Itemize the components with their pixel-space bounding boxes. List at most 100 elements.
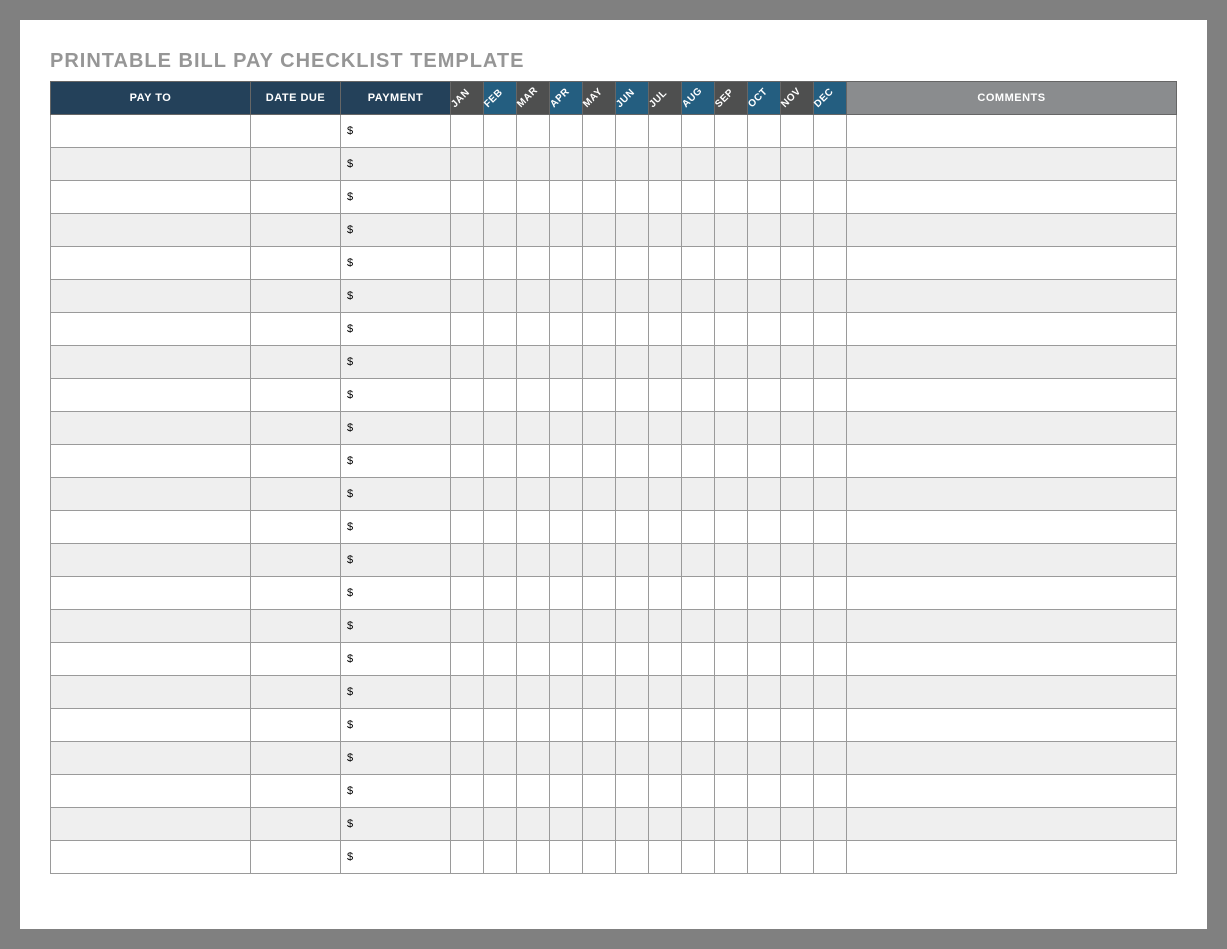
cell-month	[814, 841, 847, 874]
cell-month	[484, 181, 517, 214]
cell-comments	[847, 313, 1177, 346]
cell-month	[715, 181, 748, 214]
cell-month	[583, 148, 616, 181]
cell-month	[781, 808, 814, 841]
col-header-month-dec: DEC	[814, 82, 847, 115]
cell-month	[451, 544, 484, 577]
cell-month	[517, 544, 550, 577]
cell-month	[781, 313, 814, 346]
cell-month	[451, 709, 484, 742]
cell-month	[616, 544, 649, 577]
cell-payment: $	[341, 115, 451, 148]
cell-month	[682, 379, 715, 412]
cell-month	[814, 247, 847, 280]
col-header-month-mar: MAR	[517, 82, 550, 115]
table-row: $	[51, 247, 1177, 280]
col-header-month-may: MAY	[583, 82, 616, 115]
cell-month	[484, 214, 517, 247]
cell-month	[781, 709, 814, 742]
cell-date	[251, 379, 341, 412]
cell-comments	[847, 115, 1177, 148]
cell-date	[251, 742, 341, 775]
checklist-table: PAY TO DATE DUE PAYMENT JAN FEB MAR APR …	[50, 81, 1177, 874]
cell-month	[682, 742, 715, 775]
cell-month	[517, 412, 550, 445]
cell-month	[649, 841, 682, 874]
cell-month	[550, 511, 583, 544]
cell-month	[682, 610, 715, 643]
cell-payment: $	[341, 709, 451, 742]
cell-month	[748, 478, 781, 511]
currency-symbol: $	[347, 785, 353, 797]
table-row: $	[51, 478, 1177, 511]
col-header-month-sep: SEP	[715, 82, 748, 115]
cell-month	[550, 148, 583, 181]
document-page: PRINTABLE BILL PAY CHECKLIST TEMPLATE PA…	[20, 20, 1207, 929]
currency-symbol: $	[347, 455, 353, 467]
cell-month	[451, 148, 484, 181]
cell-comments	[847, 511, 1177, 544]
cell-payto	[51, 412, 251, 445]
cell-month	[583, 577, 616, 610]
cell-month	[748, 709, 781, 742]
cell-month	[484, 445, 517, 478]
cell-comments	[847, 742, 1177, 775]
cell-month	[682, 214, 715, 247]
cell-month	[583, 379, 616, 412]
currency-symbol: $	[347, 257, 353, 269]
col-header-month-oct: OCT	[748, 82, 781, 115]
cell-payment: $	[341, 742, 451, 775]
cell-month	[649, 775, 682, 808]
cell-month	[748, 214, 781, 247]
cell-month	[748, 676, 781, 709]
cell-month	[451, 610, 484, 643]
cell-month	[682, 445, 715, 478]
cell-month	[649, 544, 682, 577]
cell-month	[517, 742, 550, 775]
cell-month	[715, 346, 748, 379]
col-header-date: DATE DUE	[251, 82, 341, 115]
table-row: $	[51, 115, 1177, 148]
cell-month	[748, 610, 781, 643]
cell-month	[451, 742, 484, 775]
cell-month	[814, 346, 847, 379]
cell-month	[748, 643, 781, 676]
cell-month	[649, 709, 682, 742]
cell-payto	[51, 478, 251, 511]
cell-month	[616, 841, 649, 874]
table-row: $	[51, 511, 1177, 544]
cell-month	[583, 346, 616, 379]
cell-date	[251, 478, 341, 511]
currency-symbol: $	[347, 818, 353, 830]
cell-month	[715, 577, 748, 610]
cell-month	[781, 775, 814, 808]
col-header-payto: PAY TO	[51, 82, 251, 115]
cell-month	[649, 214, 682, 247]
table-row: $	[51, 280, 1177, 313]
cell-month	[682, 775, 715, 808]
cell-date	[251, 115, 341, 148]
cell-month	[814, 214, 847, 247]
cell-month	[682, 148, 715, 181]
cell-month	[682, 676, 715, 709]
cell-month	[715, 544, 748, 577]
cell-month	[781, 181, 814, 214]
table-row: $	[51, 775, 1177, 808]
cell-month	[451, 313, 484, 346]
cell-date	[251, 610, 341, 643]
table-row: $	[51, 610, 1177, 643]
cell-month	[583, 643, 616, 676]
cell-month	[814, 412, 847, 445]
currency-symbol: $	[347, 158, 353, 170]
cell-month	[748, 841, 781, 874]
cell-month	[715, 379, 748, 412]
cell-comments	[847, 544, 1177, 577]
cell-month	[616, 214, 649, 247]
cell-month	[715, 214, 748, 247]
cell-month	[748, 412, 781, 445]
cell-month	[616, 643, 649, 676]
cell-month	[616, 247, 649, 280]
cell-payment: $	[341, 181, 451, 214]
cell-month	[517, 841, 550, 874]
cell-month	[451, 775, 484, 808]
